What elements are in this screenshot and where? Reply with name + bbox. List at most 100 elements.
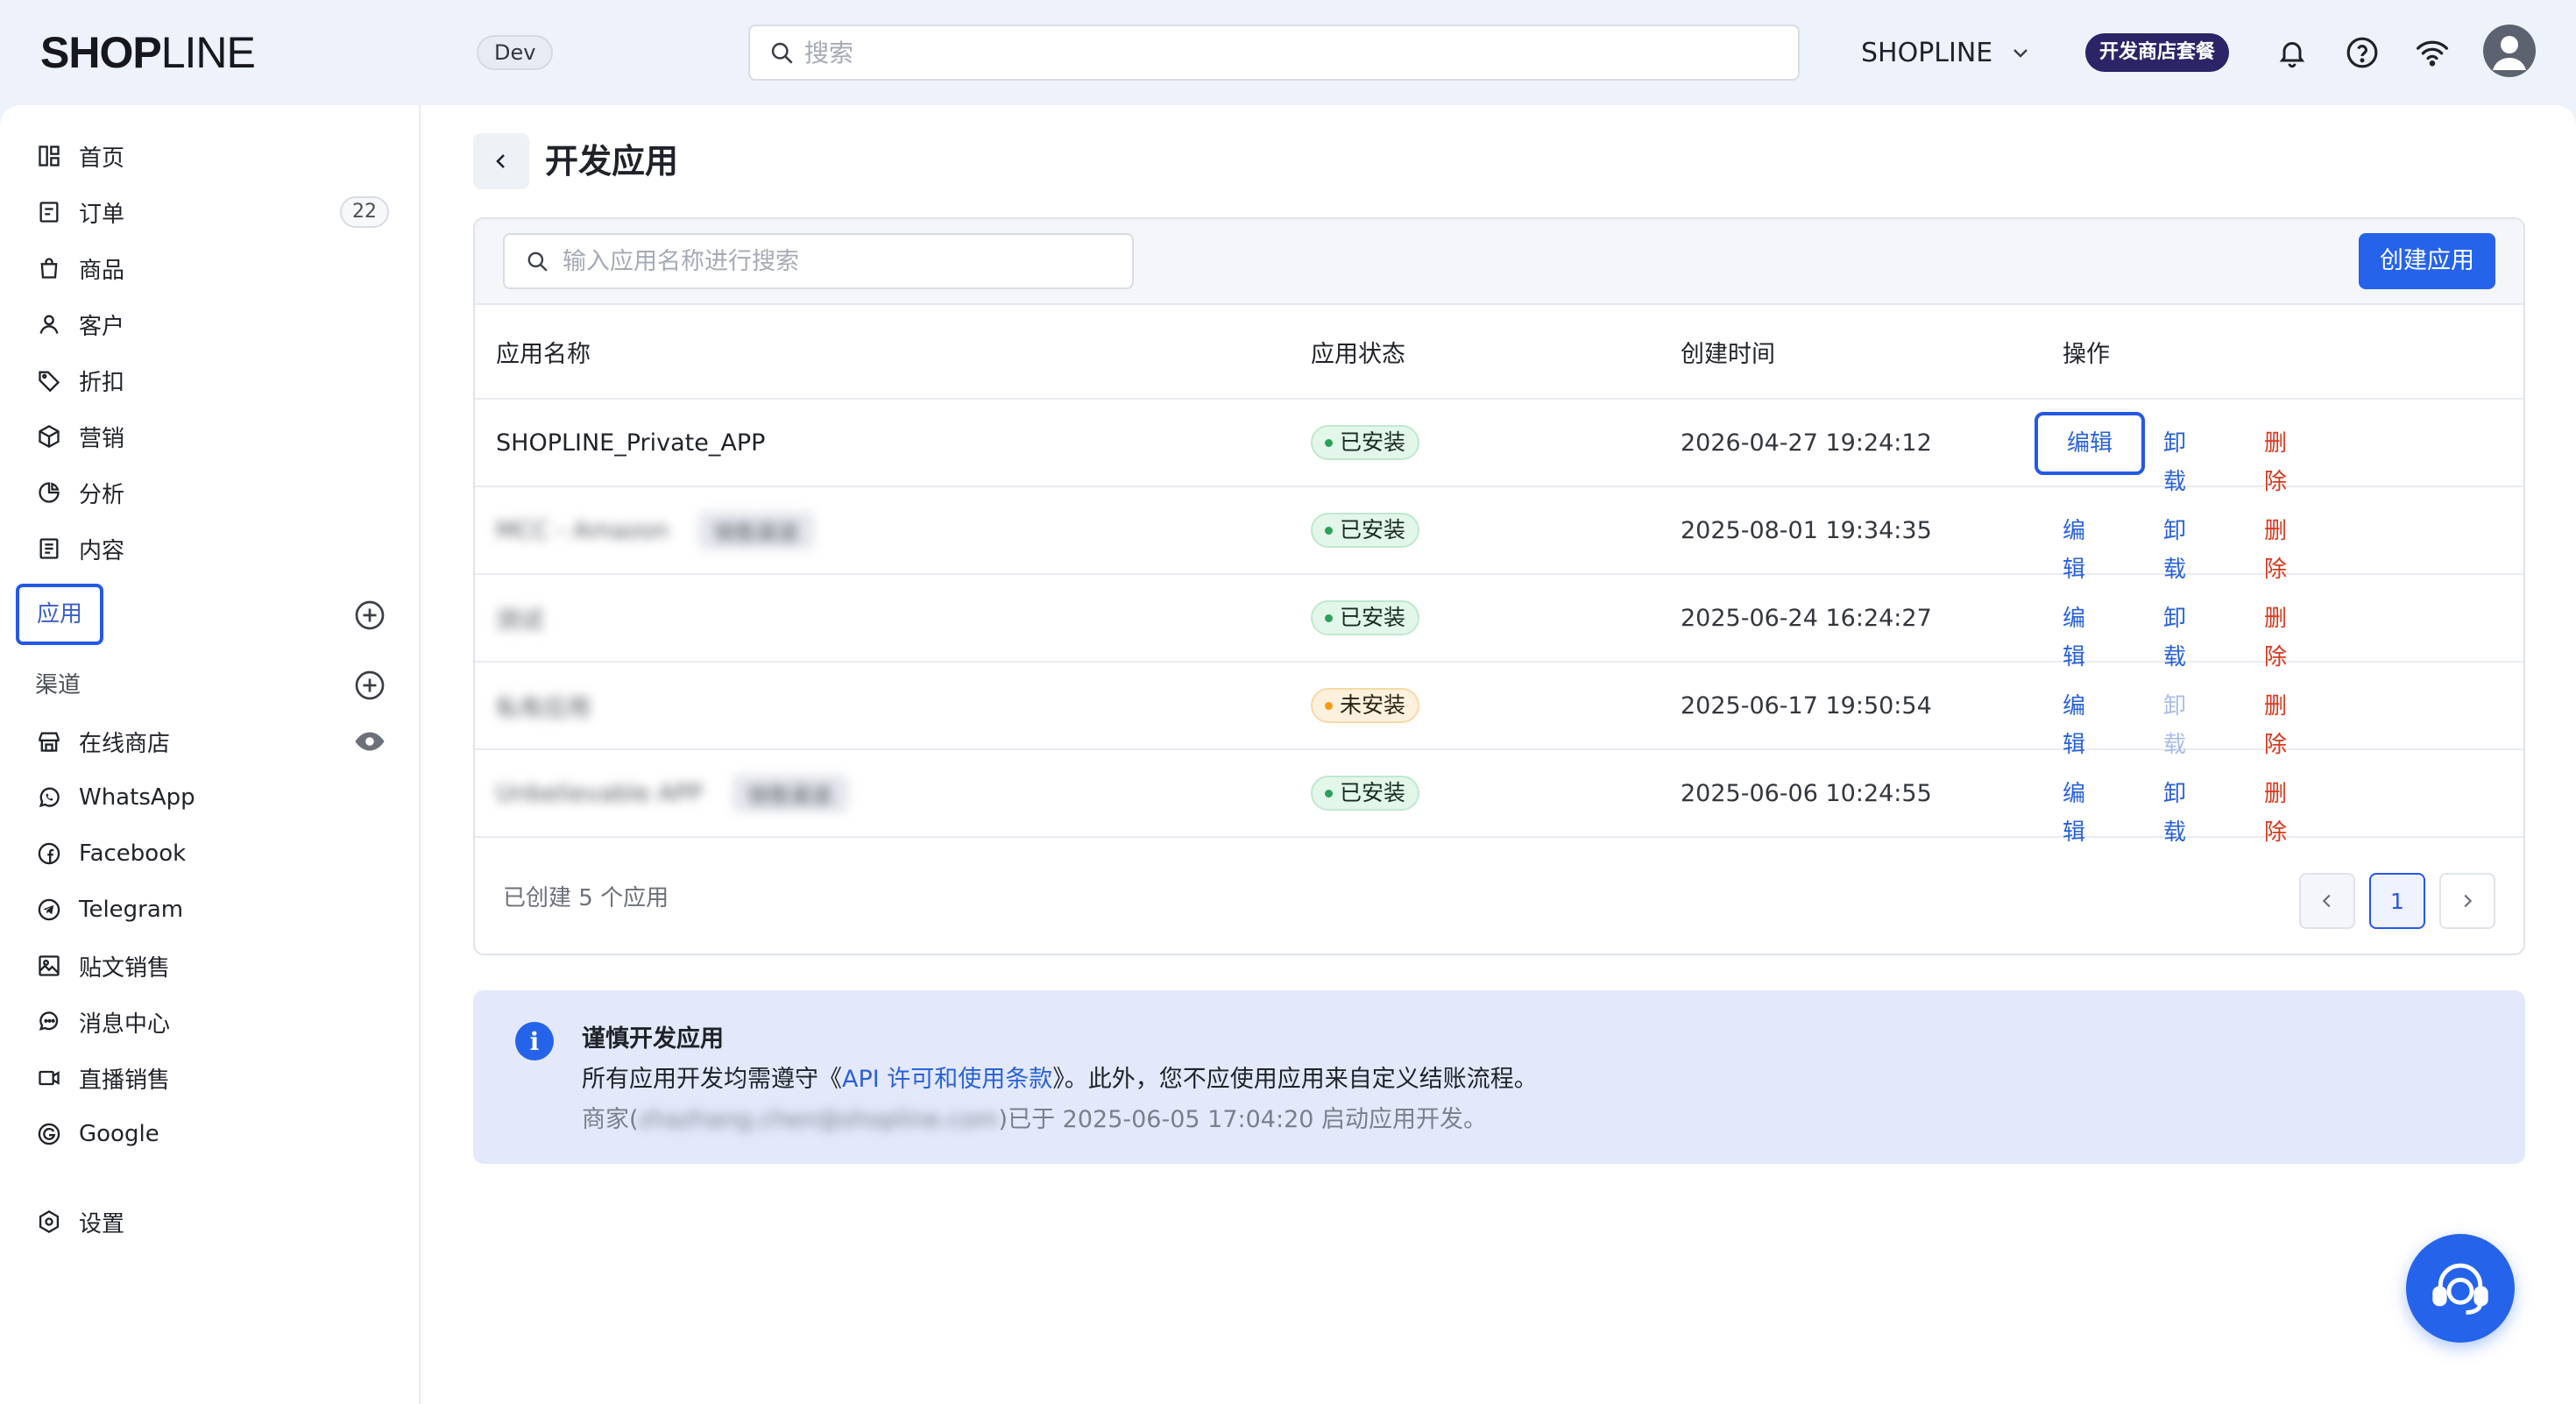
wifi-icon[interactable]	[2413, 33, 2452, 72]
orders-icon	[35, 198, 63, 226]
sidebar-item-marketing[interactable]: 营销	[35, 412, 389, 461]
sidebar-item-live-sales[interactable]: 直播销售	[35, 1053, 389, 1103]
sidebar-item-label: 贴文销售	[79, 954, 171, 982]
sidebar-item-message-center[interactable]: 消息中心	[35, 997, 389, 1046]
sidebar-item-orders[interactable]: 订单 22	[35, 188, 389, 237]
sidebar-item-label: 设置	[79, 1210, 125, 1237]
bag-icon	[35, 254, 63, 282]
status-badge: 已安装	[1311, 776, 1420, 811]
eye-icon[interactable]	[354, 726, 386, 757]
global-search[interactable]	[748, 25, 1800, 81]
sidebar-item-products[interactable]: 商品	[35, 244, 389, 293]
app-status-cell: 已安装	[1311, 750, 1420, 836]
add-app-icon[interactable]	[354, 599, 386, 631]
app-name-blurred: 测试	[496, 575, 543, 661]
store-switcher[interactable]: SHOPLINE	[1861, 32, 2031, 74]
delete-button[interactable]: 删除	[2264, 512, 2287, 583]
uninstall-button[interactable]: 卸载	[2163, 424, 2186, 495]
delete-button[interactable]: 删除	[2264, 599, 2287, 670]
sidebar-section-apps[interactable]: 应用	[16, 584, 104, 645]
delete-button[interactable]: 删除	[2264, 687, 2287, 758]
uninstall-button[interactable]: 卸载	[2163, 775, 2186, 846]
next-page-button[interactable]	[2439, 873, 2495, 929]
sidebar-item-label: 在线商店	[79, 730, 171, 757]
sidebar-item-discounts[interactable]: 折扣	[35, 356, 389, 405]
status-text: 未安装	[1340, 692, 1406, 718]
column-header-created: 创建时间	[1681, 340, 1775, 368]
table-row: Unbelievable APP 销售渠道 已安装 2025-06-06 10:…	[475, 750, 2523, 846]
sidebar-item-label: 分析	[79, 481, 125, 508]
store-icon	[35, 727, 63, 755]
delete-button[interactable]: 删除	[2264, 424, 2287, 495]
table-footer: 已创建 5 个应用 1	[475, 841, 2523, 954]
edit-button[interactable]: 编辑	[2063, 775, 2085, 846]
global-search-input[interactable]	[804, 38, 1768, 67]
created-time: 2026-04-27 19:24:12	[1681, 429, 1932, 457]
sidebar-item-analytics[interactable]: 分析	[35, 468, 389, 517]
column-header-status: 应用状态	[1311, 340, 1405, 368]
sidebar-item-customers[interactable]: 客户	[35, 300, 389, 349]
sidebar-item-label: 营销	[79, 425, 125, 452]
main-content: 开发应用 创建应用 应用名称 应用状态 创建时间 操作 SHOPLINE_Pri…	[421, 105, 2576, 1404]
status-badge: 已安装	[1311, 600, 1420, 635]
sidebar-section-channels: 渠道	[35, 672, 81, 698]
app-name: SHOPLINE_Private_APP	[496, 429, 766, 457]
sidebar-item-home[interactable]: 首页	[35, 131, 389, 181]
help-icon[interactable]	[2343, 33, 2381, 72]
info-icon: i	[515, 1022, 554, 1060]
sidebar-item-label: 首页	[79, 145, 125, 172]
apps-count: 已创建 5 个应用	[503, 885, 669, 911]
app-name-blurred: MCC - Amazon 销售渠道	[496, 487, 815, 573]
store-name: SHOPLINE	[1861, 37, 1993, 68]
plan-badge[interactable]: 开发商店套餐	[2085, 33, 2230, 72]
headset-icon	[2432, 1263, 2488, 1315]
page-title: 开发应用	[545, 142, 679, 181]
search-icon	[771, 42, 793, 64]
status-badge: 已安装	[1311, 425, 1420, 460]
back-button[interactable]	[473, 133, 529, 189]
edit-button[interactable]: 编辑	[2035, 412, 2145, 475]
sidebar-item-label: WhatsApp	[79, 784, 195, 811]
app-status-cell: 已安装	[1311, 487, 1420, 573]
google-icon	[35, 1120, 63, 1148]
app-status-cell: 已安装	[1311, 575, 1420, 661]
bell-icon[interactable]	[2273, 33, 2311, 72]
status-dot	[1325, 613, 1333, 622]
sidebar-item-label: 客户	[79, 313, 125, 340]
app-name-blurred: Unbelievable APP 销售渠道	[496, 750, 848, 836]
sidebar-item-post-sales[interactable]: 贴文销售	[35, 941, 389, 990]
edit-button[interactable]: 编辑	[2063, 599, 2085, 670]
sidebar-item-whatsapp[interactable]: WhatsApp	[35, 773, 389, 822]
uninstall-button[interactable]: 卸载	[2163, 599, 2186, 670]
column-header-name: 应用名称	[496, 340, 591, 368]
sidebar-item-label: Google	[79, 1121, 159, 1147]
uninstall-button[interactable]: 卸载	[2163, 512, 2186, 583]
pie-chart-icon	[35, 479, 63, 507]
edit-button[interactable]: 编辑	[2063, 512, 2085, 583]
sidebar-item-google[interactable]: Google	[35, 1110, 389, 1159]
api-terms-link[interactable]: API 许可和使用条款	[842, 1066, 1052, 1093]
merchant-email: zhazhang.chen@shopline.com	[638, 1106, 999, 1133]
shopline-logo[interactable]: SHOPLINE	[40, 26, 256, 79]
sidebar-item-telegram[interactable]: Telegram	[35, 885, 389, 934]
edit-button[interactable]: 编辑	[2063, 687, 2085, 758]
sidebar-item-facebook[interactable]: Facebook	[35, 829, 389, 878]
sidebar-item-settings[interactable]: 设置	[35, 1197, 389, 1246]
status-dot	[1325, 526, 1333, 535]
avatar[interactable]	[2483, 25, 2536, 77]
notice-meta-suffix: )已于 2025-06-05 17:04:20 启动应用开发。	[998, 1106, 1488, 1133]
create-app-button[interactable]: 创建应用	[2359, 233, 2495, 289]
notice-meta-prefix: 商家(	[582, 1106, 639, 1133]
app-search[interactable]	[503, 233, 1134, 289]
prev-page-button[interactable]	[2299, 873, 2355, 929]
app-type-tag: 销售渠道	[698, 511, 815, 550]
table-row: MCC - Amazon 销售渠道 已安装 2025-08-01 19:34:3…	[475, 487, 2523, 583]
app-search-input[interactable]	[563, 247, 1123, 275]
sidebar-item-label: Facebook	[79, 840, 187, 867]
sidebar-item-content[interactable]: 内容	[35, 524, 389, 573]
support-chat-button[interactable]	[2406, 1234, 2515, 1343]
add-channel-icon[interactable]	[354, 670, 386, 701]
sidebar-item-online-store[interactable]: 在线商店	[35, 717, 389, 766]
delete-button[interactable]: 删除	[2264, 775, 2287, 846]
page-number-button[interactable]: 1	[2369, 873, 2425, 929]
